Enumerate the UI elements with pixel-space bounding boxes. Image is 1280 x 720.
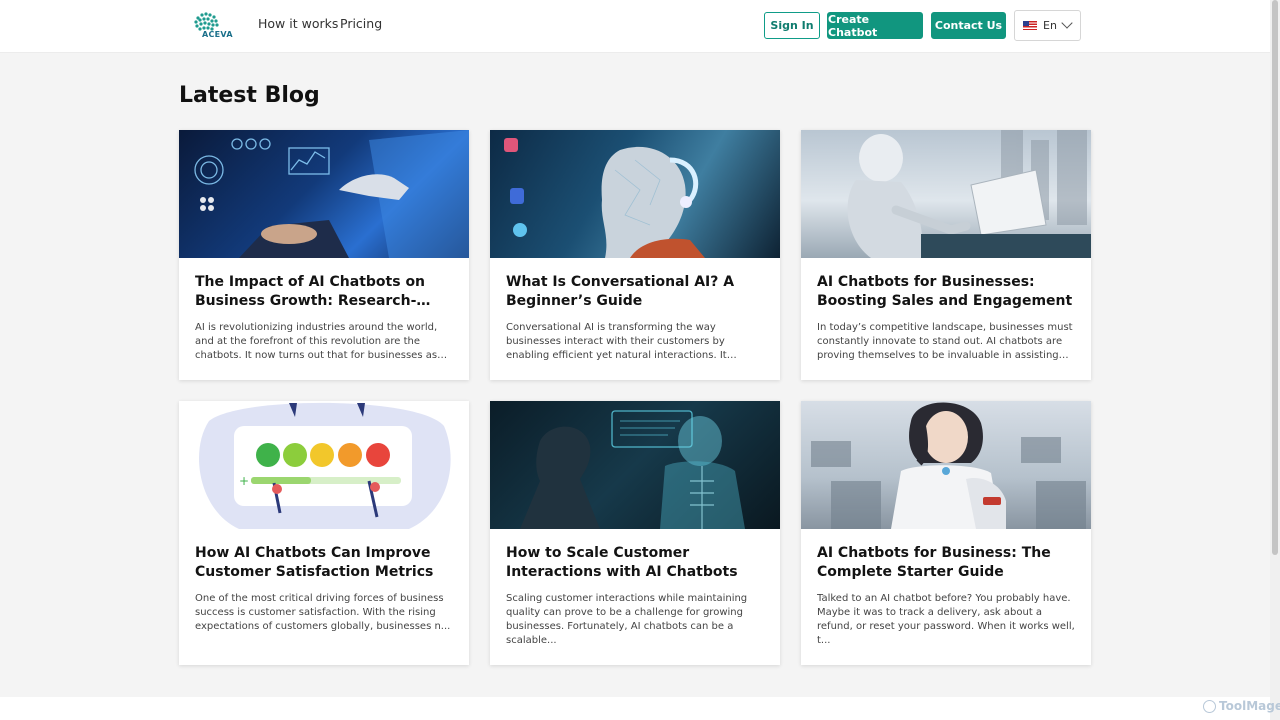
page-title: Latest Blog bbox=[179, 83, 320, 108]
page-scrollbar[interactable] bbox=[1270, 0, 1280, 720]
create-chatbot-button[interactable]: Create Chatbot bbox=[827, 12, 923, 39]
blog-card-excerpt: AI is revolutionizing industries around … bbox=[195, 322, 438, 361]
top-navbar: ACEVA How it works Pricing Sign In Creat… bbox=[0, 0, 1270, 53]
blog-card[interactable]: The Impact of AI Chatbots on Business Gr… bbox=[179, 130, 469, 380]
chevron-down-icon bbox=[1061, 17, 1073, 29]
svg-text:+: + bbox=[239, 474, 249, 488]
blog-card-title[interactable]: AI Chatbots for Businesses: Boosting Sal… bbox=[817, 273, 1076, 311]
contact-us-button[interactable]: Contact Us bbox=[931, 12, 1006, 39]
blog-card-excerpt: Talked to an AI chatbot before? You prob… bbox=[817, 593, 1075, 646]
blog-card[interactable]: AI Chatbots for Businesses: Boosting Sal… bbox=[801, 130, 1091, 380]
language-label: En bbox=[1043, 19, 1057, 32]
blog-card[interactable]: AI Chatbots for Business: The Complete S… bbox=[801, 401, 1091, 665]
blog-card-excerpt: Scaling customer interactions while main… bbox=[506, 593, 748, 646]
nav-pricing[interactable]: Pricing bbox=[340, 16, 382, 31]
us-flag-icon bbox=[1023, 21, 1037, 30]
satisfaction-faces-illustration[interactable]: + bbox=[179, 401, 469, 529]
ai-head-headset-image[interactable] bbox=[490, 130, 780, 258]
blog-grid: The Impact of AI Chatbots on Business Gr… bbox=[179, 130, 1091, 665]
sign-in-button[interactable]: Sign In bbox=[764, 12, 820, 39]
blog-card-title[interactable]: How to Scale Customer Interactions with … bbox=[506, 544, 765, 582]
blog-card-excerpt: Conversational AI is transforming the wa… bbox=[506, 322, 727, 361]
blog-card[interactable]: + How AI Chatbots Can Improve Customer S… bbox=[179, 401, 469, 665]
blog-card-title[interactable]: The Impact of AI Chatbots on Business Gr… bbox=[195, 273, 454, 311]
blog-card-excerpt: One of the most critical driving forces … bbox=[195, 593, 451, 632]
nav-how-it-works[interactable]: How it works bbox=[258, 16, 338, 31]
page-footer-strip bbox=[0, 697, 1270, 720]
logo-wordmark: ACEVA bbox=[202, 30, 233, 39]
scrollbar-thumb[interactable] bbox=[1272, 0, 1278, 555]
blog-card-title[interactable]: AI Chatbots for Business: The Complete S… bbox=[817, 544, 1076, 582]
language-selector[interactable]: En bbox=[1014, 10, 1081, 41]
person-hologram-robot-image[interactable] bbox=[490, 401, 780, 529]
robot-typing-laptop-image[interactable] bbox=[801, 130, 1091, 258]
blog-card[interactable]: What Is Conversational AI? A Beginner’s … bbox=[490, 130, 780, 380]
blog-card-title[interactable]: What Is Conversational AI? A Beginner’s … bbox=[506, 273, 765, 311]
watermark-text: ToolMage bbox=[1219, 699, 1280, 713]
robot-call-center-image[interactable] bbox=[801, 401, 1091, 529]
blog-card[interactable]: How to Scale Customer Interactions with … bbox=[490, 401, 780, 665]
robot-hand-laptop-image[interactable] bbox=[179, 130, 469, 258]
blog-card-title[interactable]: How AI Chatbots Can Improve Customer Sat… bbox=[195, 544, 454, 582]
blog-card-excerpt: In today’s competitive landscape, busine… bbox=[817, 322, 1073, 361]
